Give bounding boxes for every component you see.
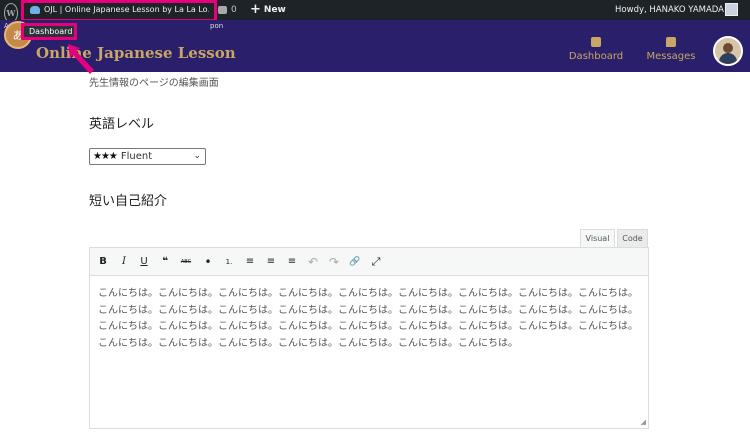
tab-visual[interactable]: Visual xyxy=(580,229,615,247)
italic-button[interactable]: I xyxy=(116,254,132,270)
editor-toolbar: B I U ❝ ABC • 1. ≡ ≡ ≡ ↶ ↷ 🔗 ⤢ xyxy=(90,248,648,276)
nav-messages[interactable]: Messages xyxy=(644,37,698,62)
highlight-annotation xyxy=(21,0,217,22)
rich-text-editor: B I U ❝ ABC • 1. ≡ ≡ ≡ ↶ ↷ 🔗 ⤢ こんにちは。こんに… xyxy=(89,247,649,429)
admin-subrow: An pon xyxy=(4,22,224,30)
align-center-button[interactable]: ≡ xyxy=(263,254,279,270)
pointer-arrow-icon xyxy=(68,44,94,74)
resize-handle-icon[interactable]: ◢ xyxy=(641,418,646,426)
user-avatar[interactable] xyxy=(713,36,743,66)
bold-button[interactable]: B xyxy=(95,254,111,270)
my-account-menu[interactable]: Howdy, HANAKO YAMADA xyxy=(615,0,724,20)
intro-label: 短い自己紹介 xyxy=(89,194,168,209)
book-icon xyxy=(591,37,601,47)
stars-rating: ★★★ xyxy=(93,151,118,162)
chevron-down-icon: ⌄ xyxy=(193,151,201,161)
editor-content[interactable]: こんにちは。こんにちは。こんにちは。こんにちは。こんにちは。こんにちは。こんにち… xyxy=(98,286,643,352)
nav-dashboard-label: Dashboard xyxy=(568,51,624,62)
english-level-value: Fluent xyxy=(120,151,153,162)
account-avatar[interactable] xyxy=(725,3,738,16)
nav-dashboard[interactable]: Dashboard xyxy=(568,37,624,62)
numbered-list-button[interactable]: 1. xyxy=(221,254,237,270)
tab-code[interactable]: Code xyxy=(617,229,648,247)
bullet-list-button[interactable]: • xyxy=(200,254,216,270)
undo-button[interactable]: ↶ xyxy=(305,254,321,270)
comments-count: 0 xyxy=(231,5,237,15)
redo-button[interactable]: ↷ xyxy=(326,254,342,270)
dashboard-dropdown-item[interactable]: Dashboard xyxy=(21,23,77,40)
comment-icon xyxy=(218,6,227,14)
strikethrough-button[interactable]: ABC xyxy=(178,254,194,270)
align-right-button[interactable]: ≡ xyxy=(284,254,300,270)
comments-menu[interactable]: 0 xyxy=(218,0,237,20)
english-level-select[interactable]: ★★★ Fluent ⌄ xyxy=(89,148,206,165)
underline-button[interactable]: U xyxy=(136,254,152,270)
nav-messages-label: Messages xyxy=(646,51,696,62)
align-left-button[interactable]: ≡ xyxy=(242,254,258,270)
blockquote-button[interactable]: ❝ xyxy=(157,254,173,270)
chat-icon xyxy=(666,37,676,47)
english-level-label: 英語レベル xyxy=(89,117,155,132)
new-label: New xyxy=(263,5,286,15)
link-button[interactable]: 🔗 xyxy=(347,254,363,270)
page-subtitle: 先生情報のページの編集画面 xyxy=(89,78,219,89)
plus-icon: + xyxy=(250,2,261,17)
fullscreen-button[interactable]: ⤢ xyxy=(368,254,384,270)
new-content-menu[interactable]: + New xyxy=(250,0,286,20)
